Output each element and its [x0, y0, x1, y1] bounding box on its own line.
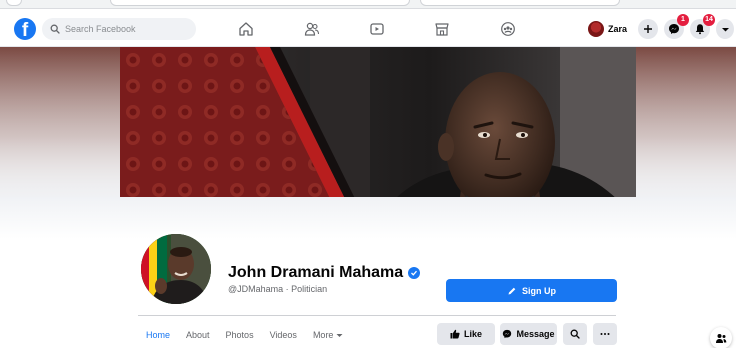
- profile-header-fade: [0, 197, 736, 239]
- message-button[interactable]: Message: [500, 323, 557, 345]
- tab-more-label: More: [312, 330, 334, 340]
- profile-picture[interactable]: [138, 231, 214, 307]
- section-divider: [138, 315, 616, 316]
- page-search-button[interactable]: [563, 323, 587, 345]
- messenger-icon: [503, 329, 512, 339]
- profile-handle-category: @JDMahama · Politician: [228, 284, 328, 294]
- message-label: Message: [516, 329, 555, 339]
- browser-tab-strip: [0, 0, 736, 9]
- verified-badge-icon: [408, 267, 421, 279]
- friends-icon[interactable]: [302, 19, 322, 39]
- search-icon: [570, 329, 580, 339]
- like-label: Like: [463, 329, 482, 339]
- notifications-button[interactable]: 14: [690, 14, 715, 39]
- thumbs-up-icon: [450, 329, 460, 339]
- browser-search-bar[interactable]: [420, 0, 620, 6]
- top-navbar: f Search Facebook Zara 1 14: [0, 9, 736, 47]
- tab-photos[interactable]: Photos: [226, 330, 254, 340]
- caret-down-icon: [721, 27, 729, 31]
- new-message-floating-button[interactable]: [710, 327, 732, 348]
- sign-up-button[interactable]: Sign Up: [446, 279, 617, 302]
- notifications-badge: 14: [703, 14, 715, 26]
- pencil-icon: [508, 287, 516, 294]
- search-input[interactable]: [65, 24, 185, 34]
- facebook-logo-icon[interactable]: f: [14, 18, 36, 40]
- search-icon: [50, 24, 60, 34]
- watch-icon[interactable]: [367, 19, 387, 39]
- like-button[interactable]: Like: [437, 323, 495, 345]
- messenger-button[interactable]: 1: [664, 14, 689, 39]
- more-options-button[interactable]: [593, 323, 617, 345]
- profile-name-heading: John Dramani Mahama: [228, 264, 421, 282]
- create-button[interactable]: [638, 19, 658, 39]
- user-avatar: [588, 21, 604, 37]
- messenger-icon: [669, 24, 679, 34]
- marketplace-icon[interactable]: [432, 19, 452, 39]
- page-title: John Dramani Mahama: [228, 264, 404, 281]
- browser-address-bar[interactable]: [110, 0, 410, 6]
- ellipsis-icon: [600, 333, 610, 335]
- profile-tabs: Home About Photos Videos More: [146, 330, 359, 340]
- tab-about[interactable]: About: [186, 330, 210, 340]
- profile-name: Zara: [608, 24, 628, 34]
- caret-down-icon: [336, 333, 343, 337]
- tab-more[interactable]: More: [313, 330, 344, 340]
- account-menu-button[interactable]: [716, 19, 734, 39]
- groups-icon[interactable]: [498, 19, 518, 39]
- messenger-badge: 1: [677, 14, 689, 26]
- bell-icon: [695, 24, 705, 35]
- profile-chip[interactable]: Zara: [586, 18, 631, 40]
- home-icon[interactable]: [236, 19, 256, 39]
- search-box[interactable]: [42, 18, 196, 40]
- sign-up-label: Sign Up: [522, 285, 556, 296]
- tab-videos[interactable]: Videos: [270, 330, 297, 340]
- tab-home[interactable]: Home: [146, 330, 170, 340]
- people-icon: [716, 334, 727, 343]
- plus-icon: [644, 25, 652, 33]
- browser-back-button[interactable]: [6, 0, 22, 6]
